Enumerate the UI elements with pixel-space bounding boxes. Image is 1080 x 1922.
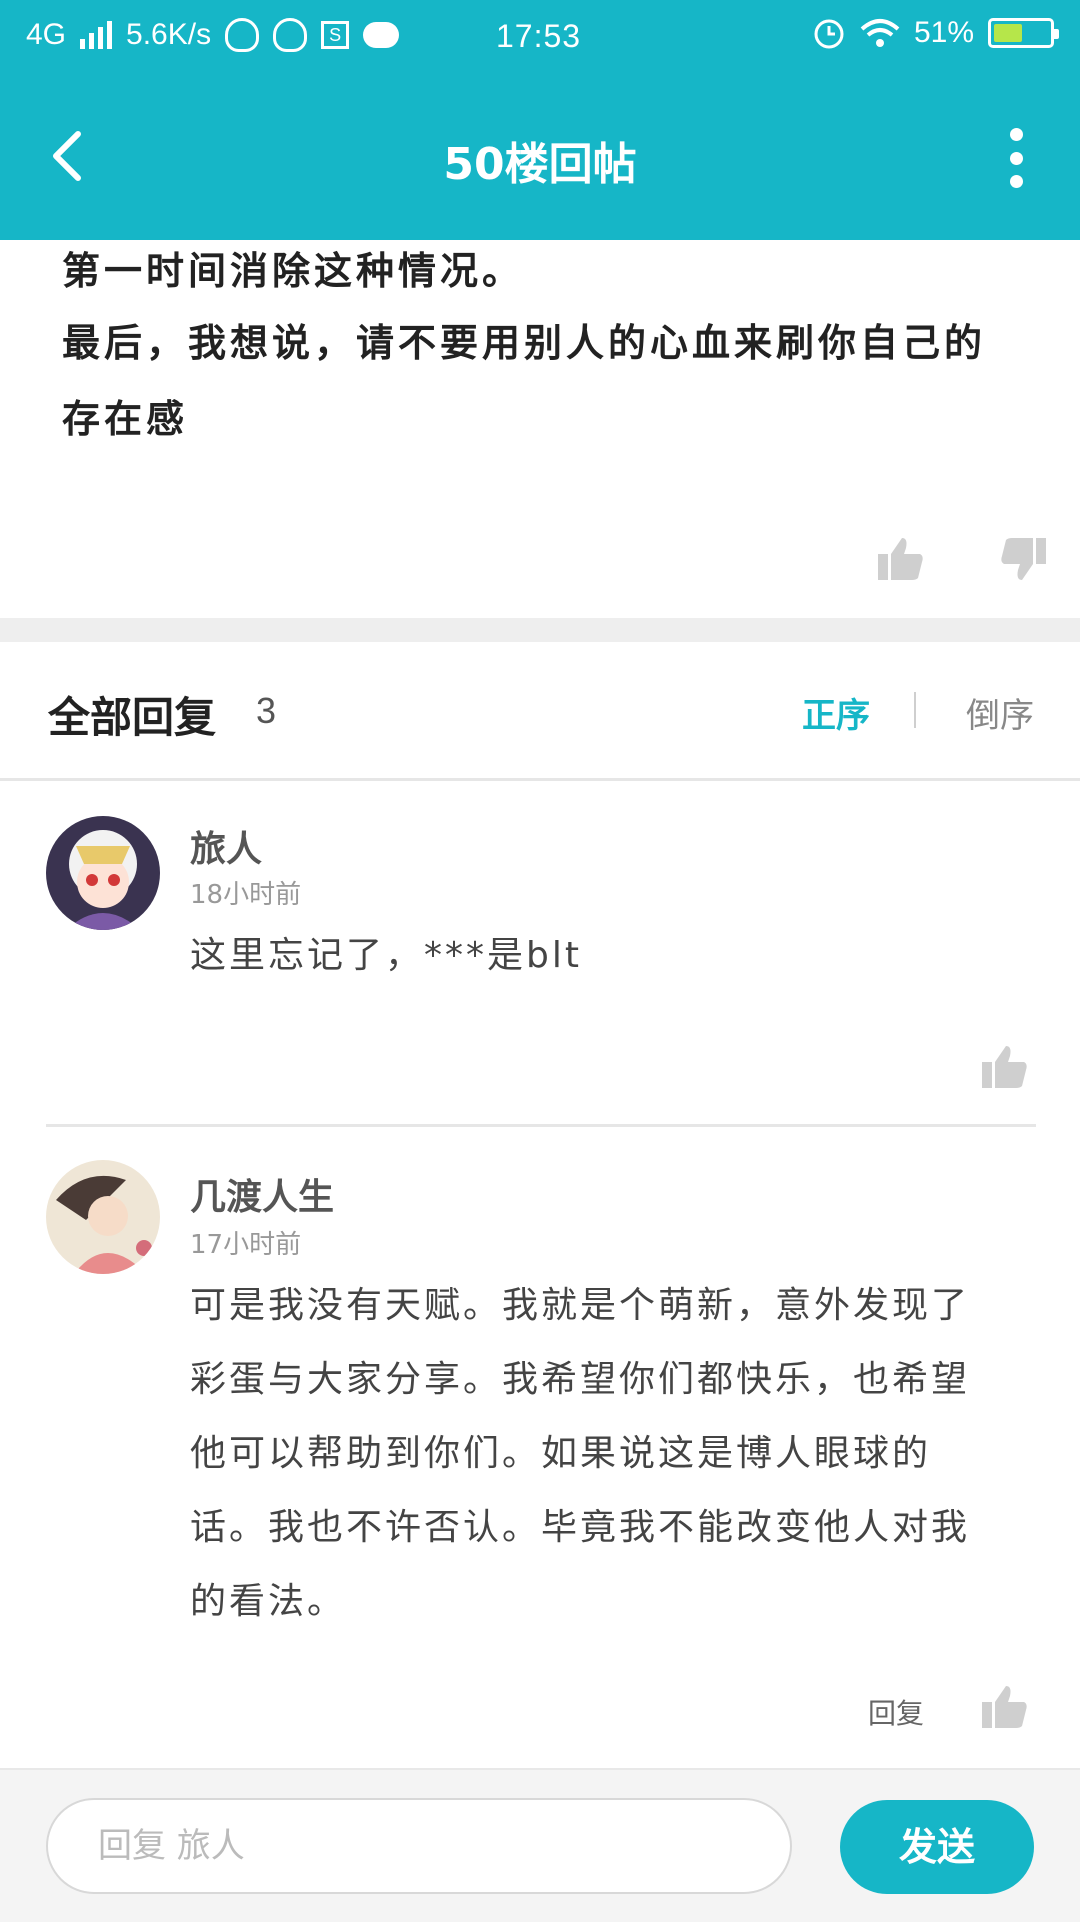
reply-author-name[interactable]: 几渡人生	[190, 1168, 334, 1220]
reply-input-bar: 发送	[0, 1768, 1080, 1922]
wifi-icon	[860, 19, 900, 47]
thumbs-up-icon[interactable]	[980, 1682, 1030, 1732]
notification-s-icon: S	[321, 21, 350, 49]
more-options-button[interactable]	[1006, 128, 1026, 188]
avatar[interactable]	[46, 816, 160, 930]
reply-content-line: 的看法。	[190, 1581, 347, 1622]
chat-bubble-icon	[363, 22, 400, 48]
thumbs-down-icon[interactable]	[998, 534, 1048, 584]
signal-icon	[80, 21, 113, 49]
sort-ascending-tab[interactable]: 正序	[802, 688, 870, 737]
replies-count: 3	[256, 690, 277, 731]
battery-percent: 51%	[913, 16, 974, 49]
send-button[interactable]: 发送	[840, 1800, 1034, 1894]
reply-content: 这里忘记了，***是blt	[190, 935, 582, 976]
qq-icon-2	[273, 18, 308, 52]
thumbs-up-icon[interactable]	[876, 534, 926, 584]
reply-content-line: 话。我也不许否认。毕竟我不能改变他人对我	[190, 1507, 971, 1548]
thumbs-up-icon[interactable]	[980, 1042, 1030, 1092]
qq-icon	[225, 18, 260, 52]
sort-descending-tab[interactable]: 倒序	[966, 688, 1034, 737]
battery-icon	[988, 18, 1059, 48]
replies-title: 全部回复	[48, 693, 217, 742]
status-left: 4G 5.6K/s S	[26, 18, 400, 52]
page-title: 50楼回帖	[443, 139, 637, 190]
network-speed: 5.6K/s	[126, 18, 212, 51]
reply-author-name[interactable]: 旅人	[190, 820, 262, 872]
alarm-icon	[814, 19, 844, 49]
reply-button[interactable]: 回复	[868, 1692, 924, 1732]
reply-timestamp: 18小时前	[190, 880, 302, 910]
reply-content-line: 彩蛋与大家分享。我希望你们都快乐，也希望	[190, 1359, 971, 1400]
network-type: 4G	[26, 18, 67, 51]
post-text-line: 第一时间消除这种情况。	[62, 249, 525, 293]
sort-separator	[914, 692, 916, 728]
section-divider	[0, 618, 1080, 642]
post-text-line: 最后，我想说，请不要用别人的心血来刷你自己的	[62, 321, 987, 365]
reply-content-line: 可是我没有天赋。我就是个萌新，意外发现了	[190, 1285, 971, 1326]
reply-timestamp: 17小时前	[190, 1230, 302, 1260]
row-divider	[46, 1124, 1036, 1127]
reply-input[interactable]	[46, 1798, 792, 1894]
status-bar: 4G 5.6K/s S 17:53 51%	[0, 0, 1080, 78]
avatar[interactable]	[46, 1160, 160, 1274]
reply-content-line: 他可以帮助到你们。如果说这是博人眼球的	[190, 1433, 932, 1474]
status-right: 51%	[812, 16, 1059, 50]
post-text-line: 存在感	[62, 397, 189, 441]
nav-row: 50楼回帖	[0, 78, 1080, 240]
replies-header: 全部回复 3 正序 倒序	[0, 642, 1080, 781]
top-app-bar: 4G 5.6K/s S 17:53 51% 50楼回帖	[0, 0, 1080, 240]
more-vertical-icon	[1009, 128, 1023, 141]
status-time: 17:53	[496, 18, 582, 54]
